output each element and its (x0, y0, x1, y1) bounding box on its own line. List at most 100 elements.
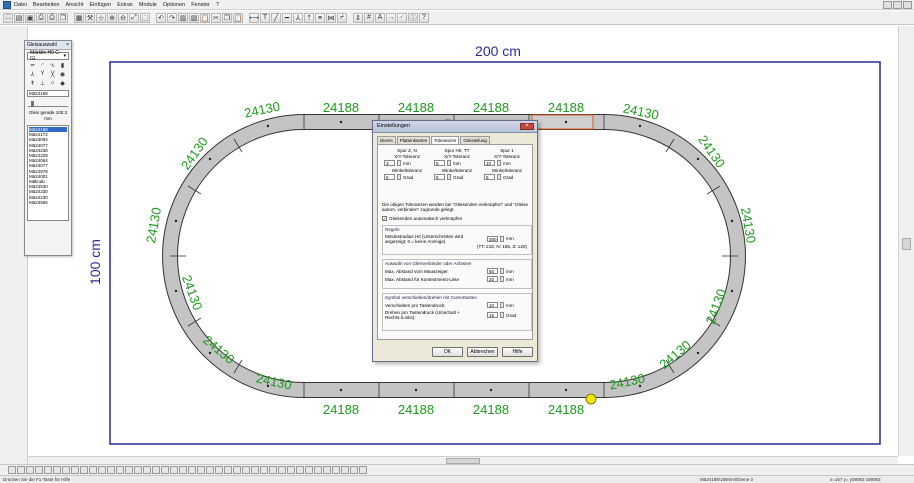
layer-tab[interactable] (179, 466, 187, 474)
open-icon[interactable]: ▤ (14, 12, 24, 23)
spin-arrows[interactable] (500, 312, 504, 318)
height-icon[interactable]: ⇕ (353, 12, 363, 23)
layer-tab[interactable] (350, 466, 358, 474)
buffer-icon[interactable]: ▮ (58, 62, 67, 70)
layer-icon[interactable]: ▥ (178, 12, 188, 23)
layer-tab[interactable] (152, 466, 160, 474)
xy-tolerance-1-input[interactable]: 10 (484, 160, 495, 166)
paste2-icon[interactable]: 📋 (233, 12, 243, 23)
layer-tab[interactable] (359, 466, 367, 474)
print-preview-icon[interactable]: ⎙ (36, 12, 46, 23)
layer-tab[interactable] (314, 466, 322, 474)
line-icon[interactable]: ╱ (271, 12, 281, 23)
slider-handle[interactable] (31, 101, 34, 107)
menu-extras[interactable]: Extras (117, 2, 133, 8)
position-marker[interactable] (585, 393, 597, 405)
vertical-scrollbar[interactable] (898, 26, 914, 456)
layer-tab[interactable] (242, 466, 250, 474)
layer-tab[interactable] (305, 466, 313, 474)
tab-plattenkanten[interactable]: Plattenkanten (396, 136, 431, 144)
tool-icon[interactable]: ⚒ (85, 12, 95, 23)
curve-track-icon[interactable]: ◜ (38, 62, 47, 70)
switch-icon[interactable]: ⅄ (293, 12, 303, 23)
xy-tolerance-z-input[interactable]: 3 (384, 160, 395, 166)
layer-tab[interactable] (116, 466, 124, 474)
layer-tab[interactable] (341, 466, 349, 474)
panel-close-icon[interactable]: × (66, 42, 69, 48)
label-icon[interactable]: A (375, 12, 385, 23)
dialog-close-button[interactable]: × (520, 123, 534, 130)
layer-tab[interactable] (278, 466, 286, 474)
selected-track-piece[interactable] (531, 114, 594, 130)
cancel-button[interactable]: Abbrechen (467, 347, 498, 357)
layer-tab[interactable] (26, 466, 34, 474)
signal-icon[interactable]: ⇡ (304, 12, 314, 23)
cut-icon[interactable]: ✂ (211, 12, 221, 23)
flex-track-icon[interactable]: ∿ (48, 62, 57, 70)
tab-divers[interactable]: Divers (377, 136, 396, 144)
spin-arrows[interactable] (500, 276, 504, 282)
min-radius-input[interactable]: 300 (487, 235, 498, 242)
layer-tab[interactable] (98, 466, 106, 474)
curve-icon[interactable]: ◜ (397, 12, 407, 23)
straight-track-icon[interactable]: ━ (28, 62, 37, 70)
menu-einfuegen[interactable]: Einfügen (90, 2, 112, 8)
spin-arrows[interactable] (397, 160, 401, 166)
crossing-icon[interactable]: ╳ (48, 71, 57, 79)
layer-tab[interactable] (8, 466, 16, 474)
zoom-fit-icon[interactable]: ⤢ (129, 12, 139, 23)
connect-icon[interactable]: ⚭ (315, 12, 325, 23)
menu-optionen[interactable]: Optionen (163, 2, 185, 8)
tab-gleisteilung[interactable]: Gleisteilung (460, 136, 490, 144)
turntable-icon[interactable]: ◉ (58, 71, 67, 79)
restore-button[interactable] (893, 1, 902, 9)
max-distance-context-input[interactable]: 20 (487, 276, 498, 282)
layer-tab[interactable] (125, 466, 133, 474)
layer-tab[interactable] (332, 466, 340, 474)
help-icon[interactable]: ? (419, 12, 429, 23)
layer-tab[interactable] (44, 466, 52, 474)
zoom-window-icon[interactable]: ⬚ (140, 12, 150, 23)
switch-left-icon[interactable]: ⅄ (28, 71, 37, 79)
text-icon[interactable]: T (260, 12, 270, 23)
tab-toleranzen[interactable]: Toleranzen (431, 136, 460, 144)
xy-tolerance-h0-input[interactable]: 5 (434, 160, 445, 166)
redo-icon[interactable]: ↷ (167, 12, 177, 23)
vertical-scroll-thumb[interactable] (902, 238, 911, 250)
menu-module[interactable]: Module (139, 2, 157, 8)
3d-icon[interactable]: ◆ (58, 80, 67, 88)
layer-tab[interactable] (215, 466, 223, 474)
spin-arrows[interactable] (497, 160, 501, 166)
join-icon[interactable]: ⋈ (326, 12, 336, 23)
track-article-list[interactable]: Mä24188 Mä24172 Mä24094 Mä24077 Mä24236 Mä242… (27, 125, 69, 221)
zoom-out-icon[interactable]: ⊖ (118, 12, 128, 23)
grid-icon[interactable]: ▦ (74, 12, 84, 23)
rotate-step-input[interactable]: 15 (487, 312, 498, 318)
layer-tab[interactable] (80, 466, 88, 474)
layer-tab[interactable] (224, 466, 232, 474)
layer-tab[interactable] (269, 466, 277, 474)
menu-fenster[interactable]: Fenster (191, 2, 210, 8)
arrow-icon[interactable]: → (386, 12, 396, 23)
switch-right-icon[interactable]: Y (38, 71, 47, 79)
close-window-button[interactable] (903, 1, 912, 9)
max-distance-cursor-input[interactable]: 60 (487, 268, 498, 274)
layer-tab[interactable] (143, 466, 151, 474)
layer-tab[interactable] (71, 466, 79, 474)
minimize-button[interactable] (883, 1, 892, 9)
angle-tolerance-1-input[interactable]: 5 (484, 174, 495, 180)
move-step-input[interactable]: 10 (487, 302, 498, 308)
angle-tolerance-z-input[interactable]: 5 (384, 174, 395, 180)
snap-icon[interactable]: ⊹ (96, 12, 106, 23)
layer-tab[interactable] (107, 466, 115, 474)
layer2-icon[interactable]: ▧ (189, 12, 199, 23)
layer-tab[interactable] (296, 466, 304, 474)
layer-tab[interactable] (206, 466, 214, 474)
info-icon[interactable]: ⓘ (408, 12, 418, 23)
signal-icon[interactable]: ↟ (28, 80, 37, 88)
help-button[interactable]: Hilfe (502, 347, 533, 357)
menu-bearbeiten[interactable]: Bearbeiten (33, 2, 60, 8)
checkbox-box[interactable]: ✓ (382, 216, 387, 221)
angle-tolerance-h0-input[interactable]: 5 (434, 174, 445, 180)
spin-arrows[interactable] (397, 174, 401, 180)
